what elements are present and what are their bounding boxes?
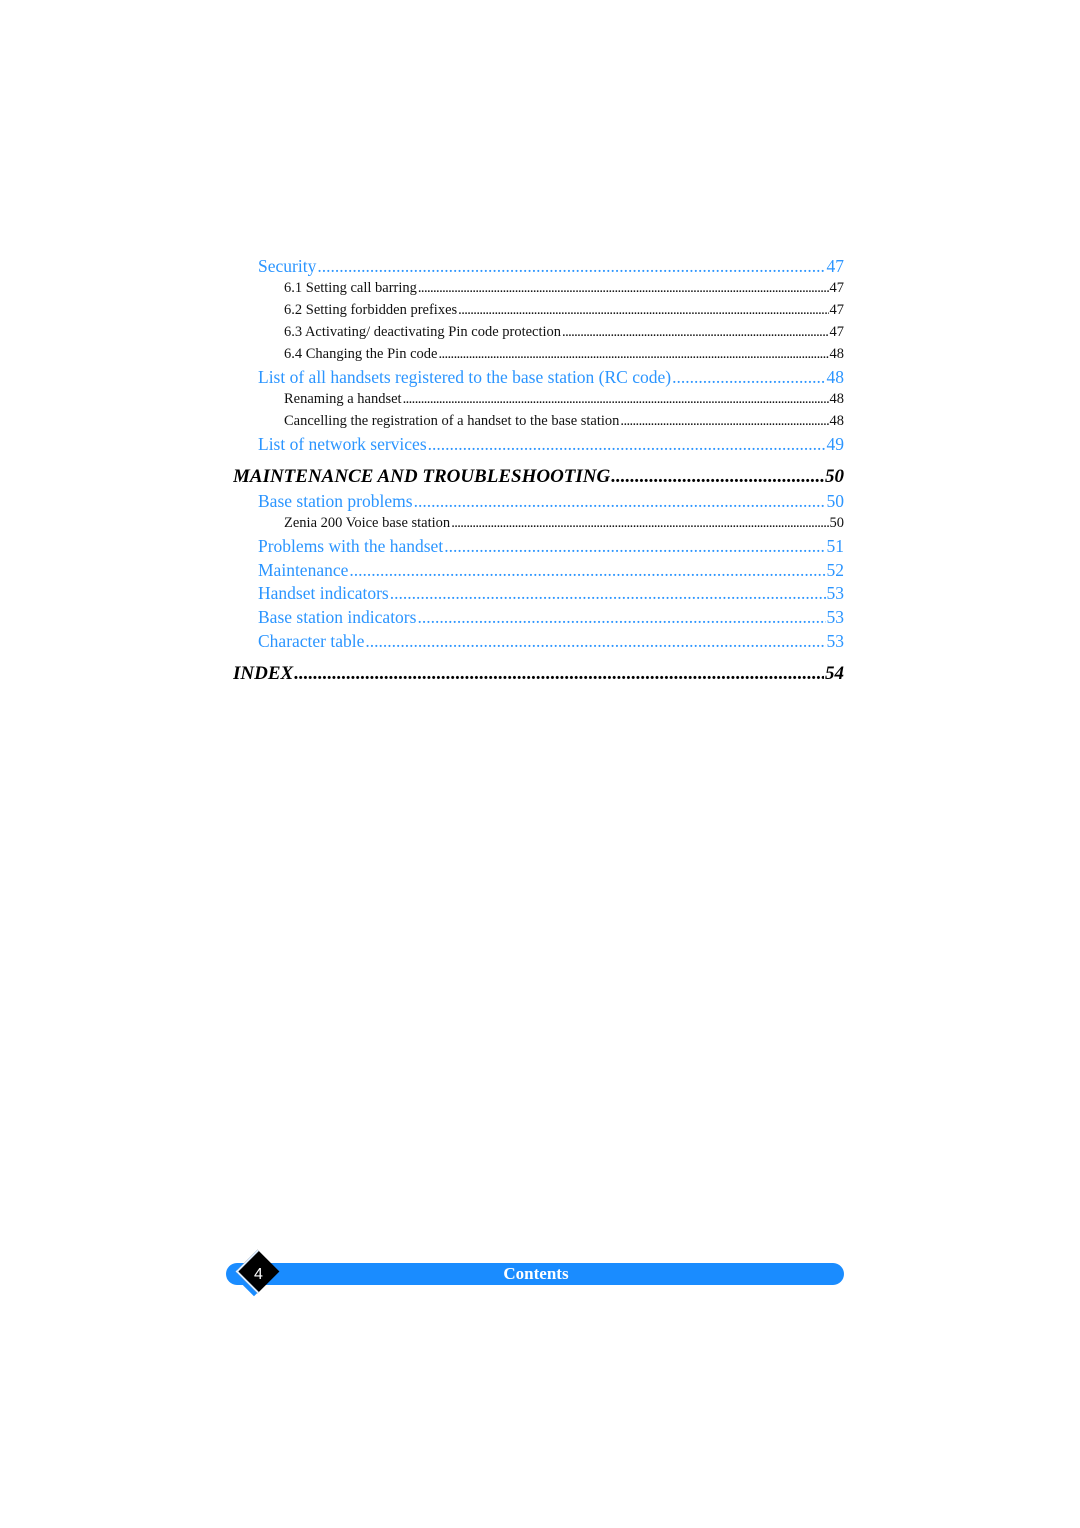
toc-entry-page: 48	[829, 346, 845, 362]
toc-entry[interactable]: Security 47	[258, 256, 844, 277]
dot-leader	[349, 560, 825, 581]
toc-entry-page: 53	[826, 607, 845, 627]
toc-entry[interactable]: Problems with the handset 51	[258, 536, 844, 557]
dot-leader	[403, 391, 829, 408]
toc-entry[interactable]: Base station problems 50	[258, 491, 844, 512]
section-label: Contents	[503, 1264, 569, 1283]
toc-entry[interactable]: Character table 53	[258, 631, 844, 652]
toc-entry-title: MAINTENANCE AND TROUBLESHOOTING	[233, 466, 611, 487]
dot-leader	[317, 256, 825, 277]
toc-entry[interactable]: Handset indicators 53	[258, 583, 844, 604]
toc-chapter[interactable]: MAINTENANCE AND TROUBLESHOOTING 50	[233, 466, 844, 488]
toc-entry-page: 47	[829, 280, 845, 296]
dot-leader	[418, 280, 829, 297]
toc-entry-page: 47	[826, 256, 845, 276]
toc-entry-title: 6.4 Changing the Pin code	[284, 346, 438, 362]
toc-entry-title: Security	[258, 256, 317, 276]
toc-entry-page: 49	[826, 434, 845, 454]
toc-entry[interactable]: List of network services 49	[258, 434, 844, 455]
toc-entry-page: 51	[826, 536, 845, 556]
toc-entry-page: 48	[826, 367, 845, 387]
dot-leader	[451, 515, 828, 532]
toc-entry-title: List of all handsets registered to the b…	[258, 367, 672, 387]
toc-entry[interactable]: 6.3 Activating/ deactivating Pin code pr…	[284, 324, 844, 341]
toc-entry-page: 53	[826, 631, 845, 651]
dot-leader	[414, 491, 826, 512]
dot-leader	[417, 607, 825, 628]
dot-leader	[365, 631, 825, 652]
toc-entry-page: 50	[826, 491, 845, 511]
toc-entry[interactable]: Maintenance 52	[258, 560, 844, 581]
toc-entry-title: Zenia 200 Voice base station	[284, 515, 451, 531]
toc-entry-title: INDEX	[233, 663, 294, 684]
page-footer: Contents 4	[222, 1249, 846, 1298]
toc-entry-title: Problems with the handset	[258, 536, 444, 556]
toc-entry-page: 54	[825, 663, 844, 684]
dot-leader	[294, 663, 824, 685]
dot-leader	[611, 466, 824, 488]
toc-entry[interactable]: 6.2 Setting forbidden prefixes 47	[284, 302, 844, 319]
toc-entry-title: Handset indicators	[258, 583, 389, 603]
toc-entry-page: 47	[829, 302, 845, 318]
toc-entry[interactable]: 6.4 Changing the Pin code 48	[284, 346, 844, 363]
dot-leader	[390, 583, 826, 604]
toc-entry-title: Cancelling the registration of a handset…	[284, 413, 620, 429]
dot-leader	[620, 413, 828, 430]
toc-entry-title: Base station indicators	[258, 607, 417, 627]
toc-entry-title: Character table	[258, 631, 365, 651]
toc-entry-title: 6.1 Setting call barring	[284, 280, 417, 296]
toc-entry-page: 48	[829, 413, 845, 429]
toc-entry-page: 47	[829, 324, 845, 340]
toc-entry[interactable]: 6.1 Setting call barring 47	[284, 280, 844, 297]
toc-entry-page: 52	[826, 560, 845, 580]
toc-entry-page: 50	[825, 466, 844, 487]
dot-leader	[444, 536, 825, 557]
toc-chapter[interactable]: INDEX 54	[233, 663, 844, 685]
toc-entry[interactable]: Cancelling the registration of a handset…	[284, 413, 844, 430]
page-number: 4	[254, 1266, 263, 1283]
toc-entry[interactable]: Renaming a handset 48	[284, 391, 844, 408]
dot-leader	[672, 367, 825, 388]
toc-entry[interactable]: Base station indicators 53	[258, 607, 844, 628]
dot-leader	[428, 434, 826, 455]
toc-entry-title: Renaming a handset	[284, 391, 402, 407]
dot-leader	[458, 302, 828, 319]
toc-entry-title: Base station problems	[258, 491, 413, 511]
toc-entry-title: 6.2 Setting forbidden prefixes	[284, 302, 458, 318]
toc-entry[interactable]: List of all handsets registered to the b…	[258, 367, 844, 388]
toc-entry-page: 48	[829, 391, 845, 407]
toc-entry-title: 6.3 Activating/ deactivating Pin code pr…	[284, 324, 562, 340]
toc-entry-page: 53	[826, 583, 845, 603]
toc-entry-page: 50	[829, 515, 845, 531]
dot-leader	[562, 324, 828, 341]
toc-entry-title: List of network services	[258, 434, 427, 454]
toc-entry-title: Maintenance	[258, 560, 349, 580]
toc-entry[interactable]: Zenia 200 Voice base station 50	[284, 515, 844, 532]
dot-leader	[438, 346, 828, 363]
